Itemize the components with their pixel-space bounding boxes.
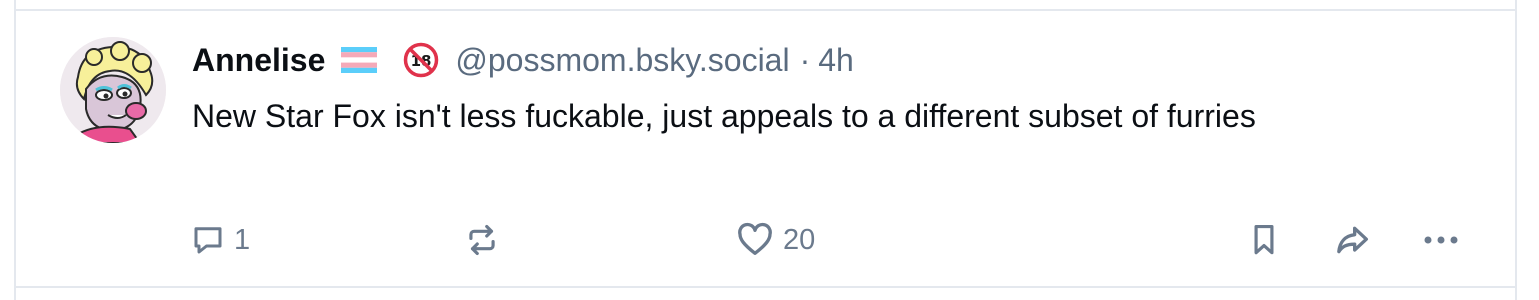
like-count: 20: [783, 223, 816, 256]
trans-flag-icon: [341, 47, 378, 73]
share-button[interactable]: [1333, 220, 1373, 260]
reply-icon: [194, 227, 222, 254]
header-separator: ·: [799, 41, 811, 78]
reply-count: 1: [234, 223, 251, 256]
bookmark-button[interactable]: [1245, 220, 1283, 260]
avatar[interactable]: [60, 37, 166, 143]
post-timestamp[interactable]: 4h: [818, 42, 854, 79]
share-icon: [1337, 226, 1368, 254]
post-header: Annelise 18 @possmom.bsky.social · 4h: [192, 38, 854, 82]
reply-button[interactable]: 1: [190, 220, 250, 260]
post-actions: 1 20: [0, 220, 1539, 260]
author-handle[interactable]: @possmom.bsky.social: [455, 42, 789, 79]
bookmark-icon: [1254, 224, 1274, 255]
no-under-18-icon: 18: [403, 42, 439, 78]
divider-top: [16, 9, 1515, 11]
author-display-name[interactable]: Annelise: [192, 42, 325, 79]
more-icon: [1424, 236, 1458, 244]
more-options-button[interactable]: [1420, 220, 1464, 260]
post-text: New Star Fox isn't less fuckable, just a…: [192, 98, 1256, 134]
heart-icon: [738, 222, 772, 255]
divider-bottom: [16, 286, 1515, 288]
repost-icon: [469, 224, 495, 256]
repost-button[interactable]: [463, 220, 509, 260]
avatar-image: [60, 37, 166, 143]
like-button[interactable]: 20: [735, 220, 815, 260]
